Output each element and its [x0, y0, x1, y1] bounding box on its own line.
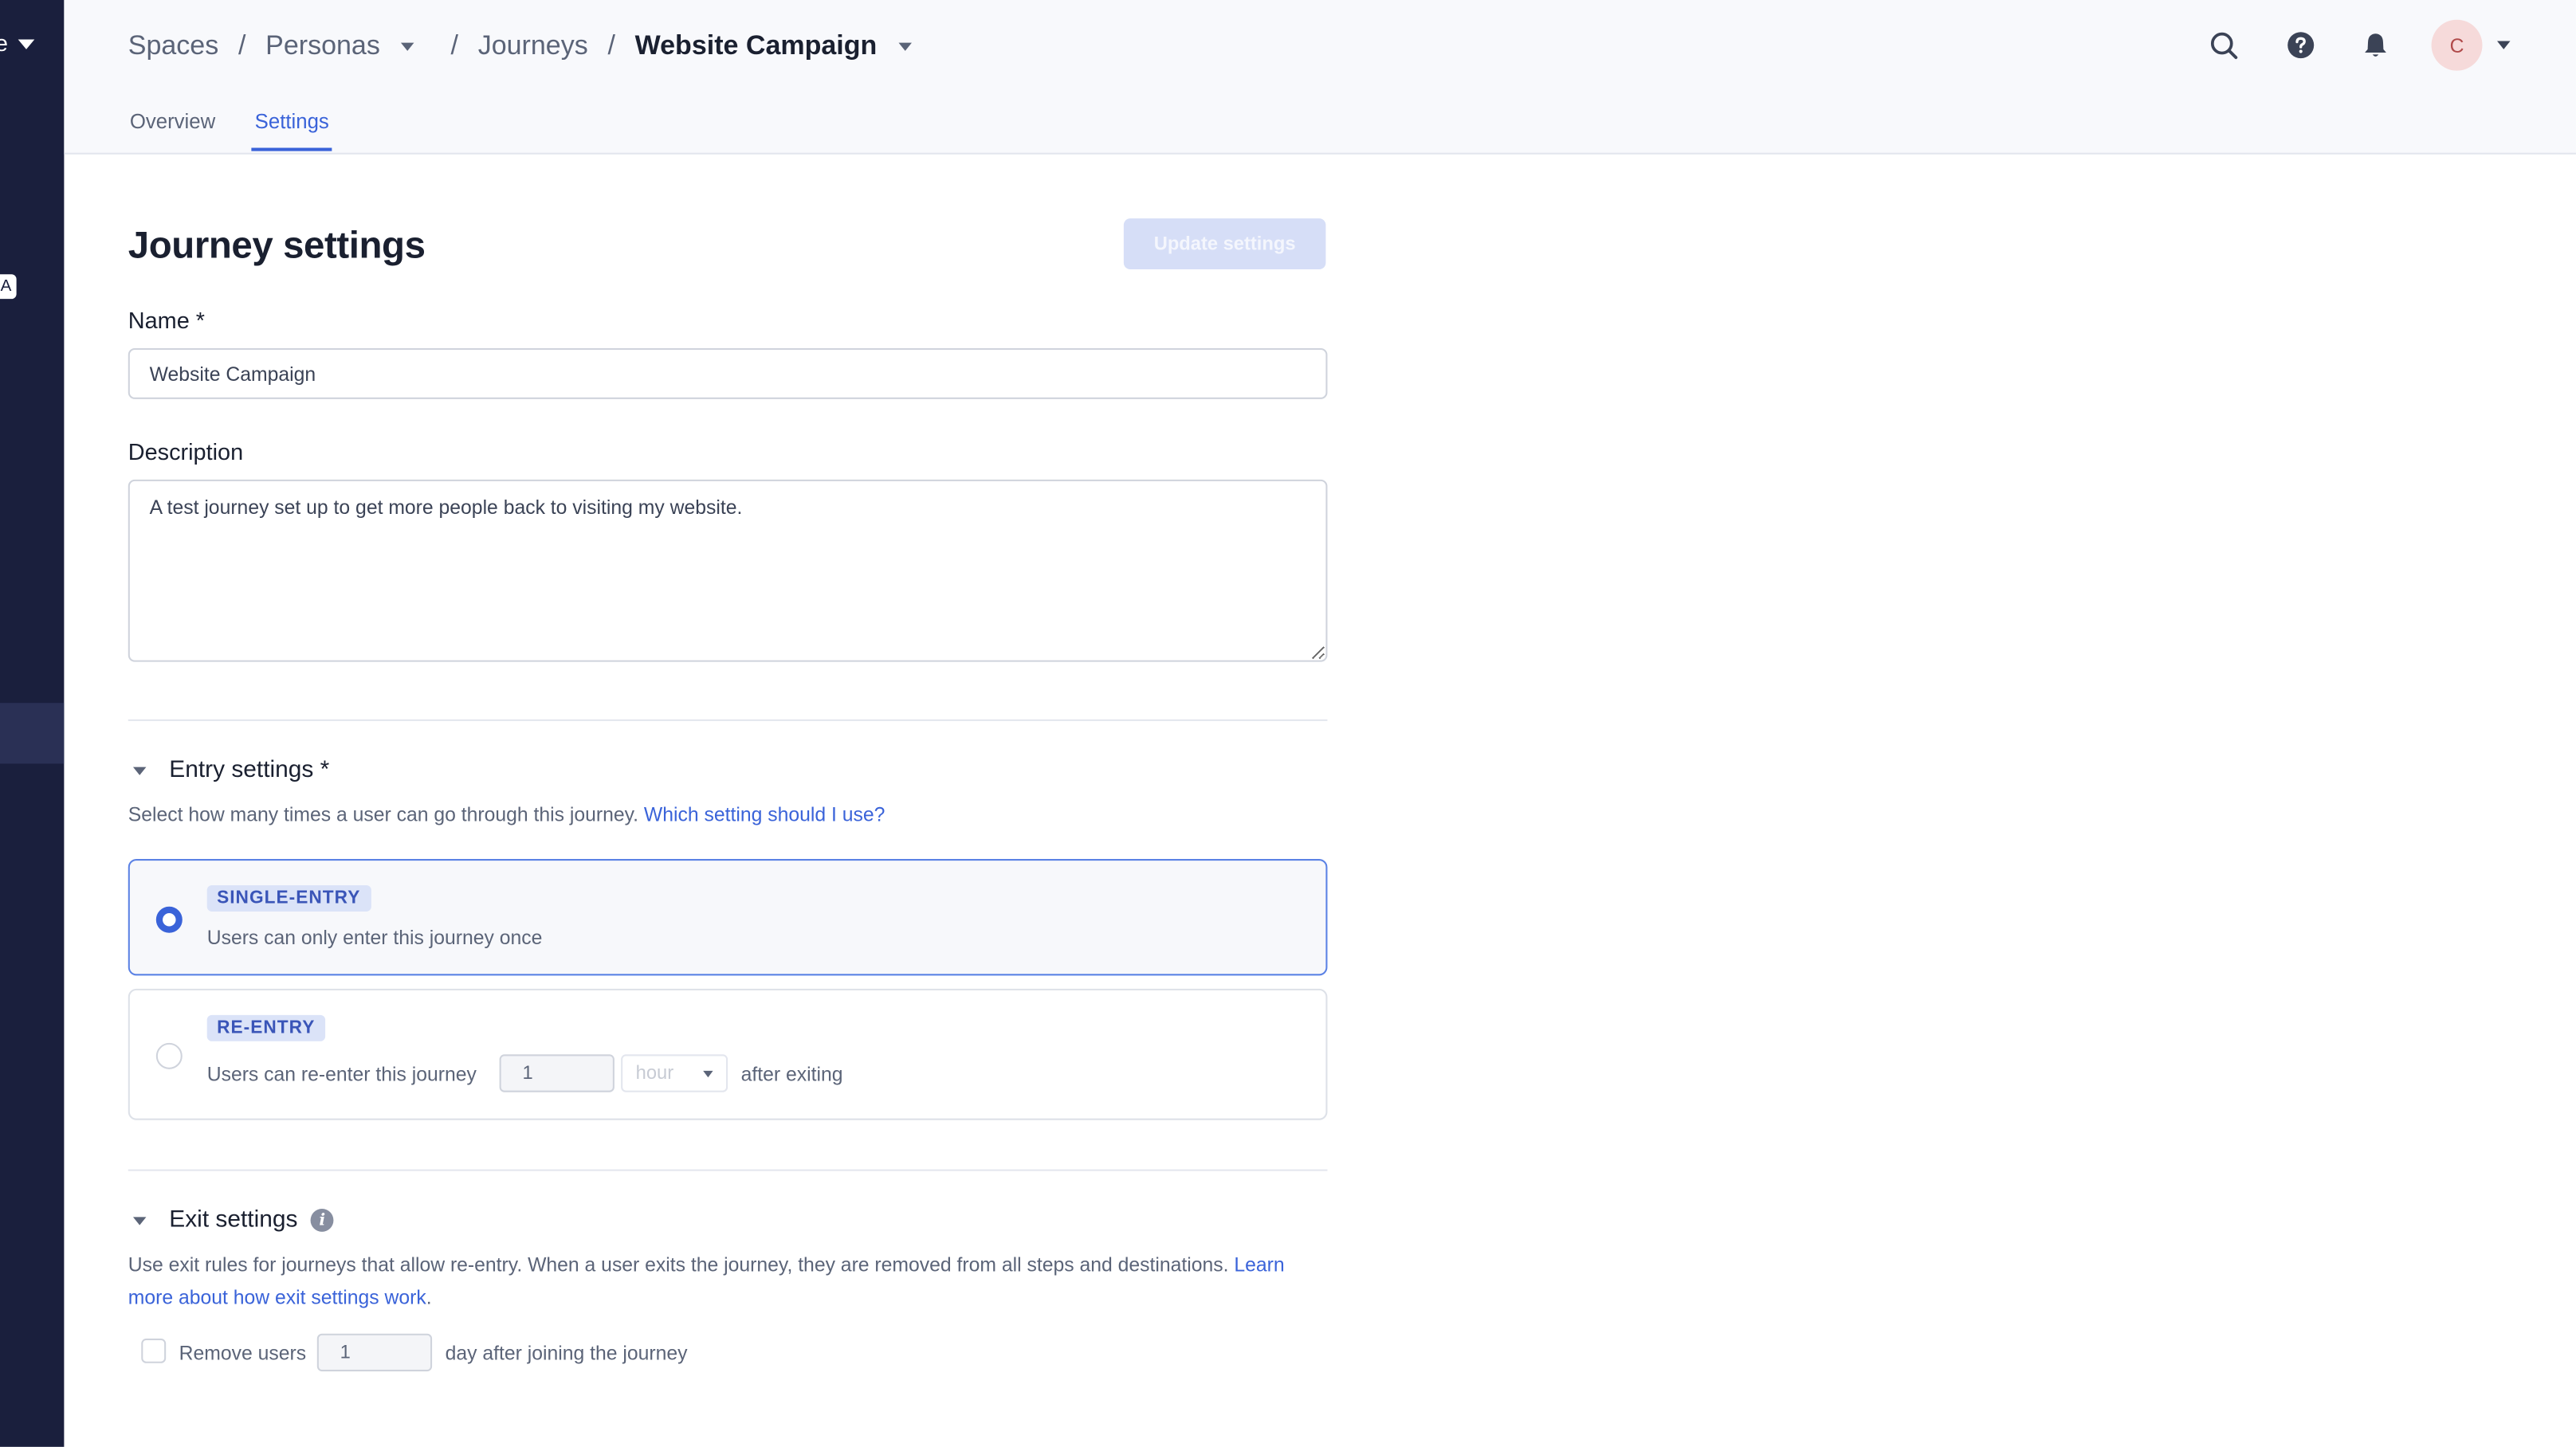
- description-textarea[interactable]: A test journey set up to get more people…: [128, 479, 1328, 662]
- name-input[interactable]: [128, 347, 1328, 399]
- breadcrumb-personas[interactable]: Personas: [265, 30, 380, 61]
- workspace-name-fragment[interactable]: e: [0, 29, 8, 56]
- top-header: Spaces / Personas / Journeys / Website C…: [64, 0, 2576, 155]
- app-root: e A Spaces / Personas / Journeys / Websi…: [0, 0, 2576, 1447]
- section-divider: [128, 719, 1328, 721]
- bell-icon[interactable]: [2351, 21, 2401, 70]
- remove-users-days-input[interactable]: [316, 1333, 433, 1372]
- re-entry-interval-input[interactable]: [499, 1054, 615, 1092]
- single-entry-description: Users can only enter this journey once: [206, 926, 543, 950]
- page-title: Journey settings: [128, 223, 426, 266]
- select-caret-icon: [703, 1069, 713, 1077]
- help-icon[interactable]: [2276, 21, 2325, 70]
- rail-active-item[interactable]: [0, 703, 65, 764]
- exit-settings-title: Exit settings: [169, 1206, 298, 1233]
- remove-users-suffix: day after joining the journey: [445, 1342, 688, 1365]
- re-entry-description: Users can re-enter this journey: [206, 1062, 477, 1086]
- name-label: Name *: [128, 307, 206, 334]
- section-divider: [128, 1169, 1328, 1171]
- workspace-caret-icon[interactable]: [18, 39, 35, 49]
- exit-settings-help: Use exit rules for journeys that allow r…: [128, 1250, 1328, 1314]
- remove-users-checkbox[interactable]: [141, 1338, 167, 1363]
- page-tabs: Overview Settings: [128, 102, 367, 151]
- rail-badge: A: [0, 274, 17, 300]
- entry-settings-help: Select how many times a user can go thro…: [128, 800, 1328, 832]
- entry-settings-header[interactable]: Entry settings *: [128, 757, 330, 784]
- single-entry-radio[interactable]: [155, 906, 183, 933]
- search-icon[interactable]: [2200, 21, 2249, 70]
- description-label: Description: [128, 438, 244, 465]
- exit-help-end: .: [426, 1284, 432, 1308]
- tab-settings[interactable]: Settings: [251, 102, 333, 151]
- entry-help-link[interactable]: Which setting should I use?: [644, 803, 885, 826]
- breadcrumb-journeys[interactable]: Journeys: [478, 30, 588, 61]
- left-navigation-rail: e A: [0, 0, 65, 1447]
- breadcrumb-separator: /: [450, 30, 458, 61]
- user-menu-caret-icon[interactable]: [2497, 41, 2511, 49]
- header-actions: C: [2174, 19, 2511, 71]
- remove-users-label[interactable]: Remove users: [179, 1342, 306, 1365]
- re-entry-badge: RE-ENTRY: [206, 1014, 325, 1041]
- personas-dropdown-icon[interactable]: [401, 41, 415, 50]
- re-entry-unit-value: hour: [635, 1063, 674, 1084]
- re-entry-radio[interactable]: [155, 1042, 183, 1069]
- user-avatar[interactable]: C: [2431, 19, 2483, 71]
- single-entry-option[interactable]: SINGLE-ENTRY Users can only enter this j…: [128, 859, 1328, 976]
- info-icon[interactable]: i: [310, 1209, 334, 1232]
- re-entry-suffix: after exiting: [740, 1062, 843, 1086]
- collapse-caret-icon[interactable]: [132, 1216, 147, 1225]
- exit-help-text: Use exit rules for journeys that allow r…: [128, 1253, 1229, 1276]
- re-entry-option[interactable]: RE-ENTRY Users can re-enter this journey…: [128, 988, 1328, 1120]
- tab-overview[interactable]: Overview: [128, 102, 217, 150]
- breadcrumb-spaces[interactable]: Spaces: [128, 30, 218, 61]
- entry-settings-title: Entry settings *: [169, 757, 330, 784]
- breadcrumb: Spaces / Personas / Journeys / Website C…: [128, 28, 912, 64]
- entry-help-text: Select how many times a user can go thro…: [128, 802, 639, 826]
- breadcrumb-current-journey: Website Campaign: [634, 30, 878, 61]
- re-entry-unit-select[interactable]: hour: [621, 1054, 728, 1092]
- update-settings-button[interactable]: Update settings: [1123, 218, 1326, 270]
- single-entry-badge: SINGLE-ENTRY: [206, 884, 371, 912]
- breadcrumb-separator: /: [607, 30, 615, 61]
- breadcrumb-separator: /: [238, 30, 246, 61]
- exit-settings-header[interactable]: Exit settings i: [128, 1207, 334, 1233]
- collapse-caret-icon[interactable]: [132, 766, 147, 774]
- journey-dropdown-icon[interactable]: [898, 41, 912, 50]
